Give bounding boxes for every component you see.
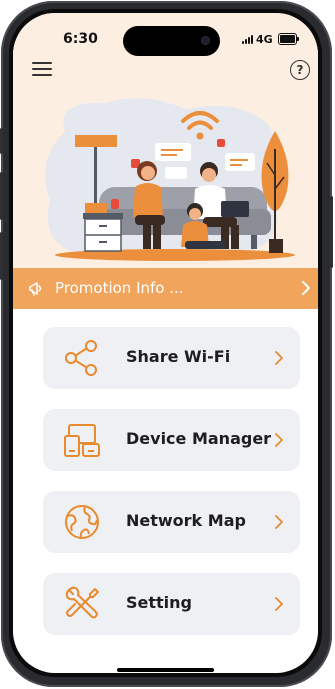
network-type: 4G [256, 32, 273, 46]
chevron-right-icon [275, 597, 283, 611]
status-time: 6:30 [63, 31, 98, 47]
wrench-screwdriver-icon [65, 586, 99, 619]
network-map-button[interactable]: Network Map [43, 491, 300, 553]
family-home-wifi-illustration [45, 98, 295, 261]
signal-icon [242, 34, 253, 44]
volume-down-button [0, 232, 3, 280]
chevron-right-icon [275, 351, 283, 365]
header-area: 6:30 4G ? [13, 13, 318, 268]
power-button [330, 196, 333, 268]
chevron-right-icon [302, 281, 310, 295]
mute-switch [0, 128, 3, 154]
share-wifi-button[interactable]: Share Wi-Fi [43, 327, 300, 389]
setting-button[interactable]: Setting [43, 573, 300, 635]
globe-icon [65, 505, 99, 539]
devices-icon [64, 424, 100, 457]
promotion-banner[interactable]: Promotion Info ... [13, 268, 318, 309]
chevron-right-icon [275, 433, 283, 447]
setting-label: Setting [126, 593, 192, 612]
volume-up-button [0, 172, 3, 220]
hamburger-menu-icon[interactable] [32, 61, 52, 77]
chevron-right-icon [275, 515, 283, 529]
question-mark-icon[interactable]: ? [290, 60, 310, 80]
share-wifi-label: Share Wi-Fi [126, 347, 231, 366]
promotion-label: Promotion Info ... [55, 279, 184, 297]
status-indicators: 4G [242, 32, 299, 46]
dynamic-island [123, 26, 220, 56]
battery-icon [277, 33, 299, 45]
megaphone-icon [29, 282, 42, 296]
share-icon [65, 340, 97, 376]
camera-icon [201, 36, 210, 45]
device-manager-label: Device Manager [126, 429, 272, 448]
app-screen: 6:30 4G ? Promotion Info ... Share Wi-Fi… [13, 13, 318, 673]
home-indicator[interactable] [117, 668, 214, 672]
network-map-label: Network Map [126, 511, 246, 530]
device-manager-button[interactable]: Device Manager [43, 409, 300, 471]
